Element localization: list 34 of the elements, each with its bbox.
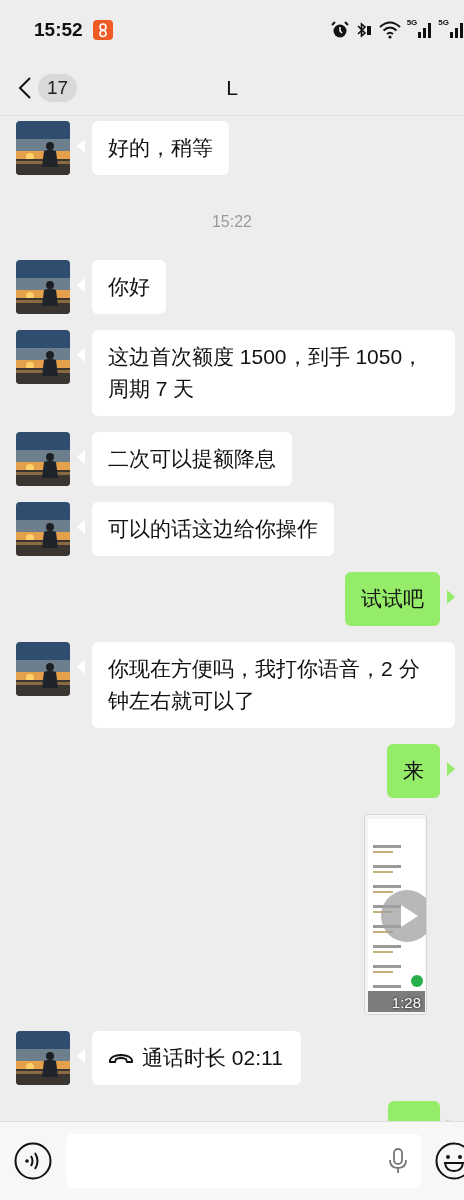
emoji-button[interactable] bbox=[435, 1142, 464, 1180]
signal-icon bbox=[418, 22, 433, 38]
message-bubble[interactable]: 试试吧 bbox=[345, 572, 440, 626]
call-bubble[interactable]: 通话时长 02:11 bbox=[92, 1031, 301, 1085]
video-duration: 1:28 bbox=[391, 994, 421, 1011]
message-bubble[interactable]: 来 bbox=[387, 744, 440, 798]
message-input-field[interactable] bbox=[66, 1134, 421, 1188]
play-icon bbox=[381, 890, 426, 942]
bluetooth-icon bbox=[354, 21, 373, 39]
unread-count: 17 bbox=[38, 73, 78, 102]
message-bubble[interactable]: 二次可以提额降息 bbox=[92, 432, 292, 486]
back-icon bbox=[18, 75, 32, 100]
video-thumbnail[interactable]: 1:28 bbox=[364, 814, 427, 1015]
network-type: 5G bbox=[438, 18, 449, 27]
wifi-icon bbox=[378, 21, 401, 39]
call-duration: 通话时长 02:11 bbox=[142, 1045, 283, 1071]
voice-button[interactable] bbox=[14, 1142, 52, 1180]
alarm-icon bbox=[330, 21, 349, 39]
signal-icon bbox=[450, 22, 464, 38]
message-bubble[interactable]: 好的，稍等 bbox=[92, 121, 229, 175]
message-bubble[interactable]: 这边首次额度 1500，到手 1050，周期 7 天 bbox=[92, 330, 455, 416]
message-bubble[interactable]: 可以的话这边给你操作 bbox=[92, 502, 334, 556]
timestamp: 15:22 bbox=[210, 212, 253, 232]
bubble-tail bbox=[447, 590, 455, 604]
chat-title: L bbox=[226, 75, 238, 100]
phone-icon bbox=[108, 1051, 134, 1065]
message-bubble[interactable]: 你好 bbox=[92, 260, 166, 314]
clock: 15:52 bbox=[34, 19, 83, 41]
message-bubble[interactable]: 你现在方便吗，我打你语音，2 分钟左右就可以了 bbox=[92, 642, 455, 728]
app-notification-icon bbox=[92, 20, 113, 40]
microphone-icon[interactable] bbox=[389, 1148, 407, 1174]
back-button[interactable]: 17 bbox=[18, 73, 78, 102]
bubble-tail bbox=[447, 762, 455, 776]
network-type: 5G bbox=[406, 18, 418, 27]
